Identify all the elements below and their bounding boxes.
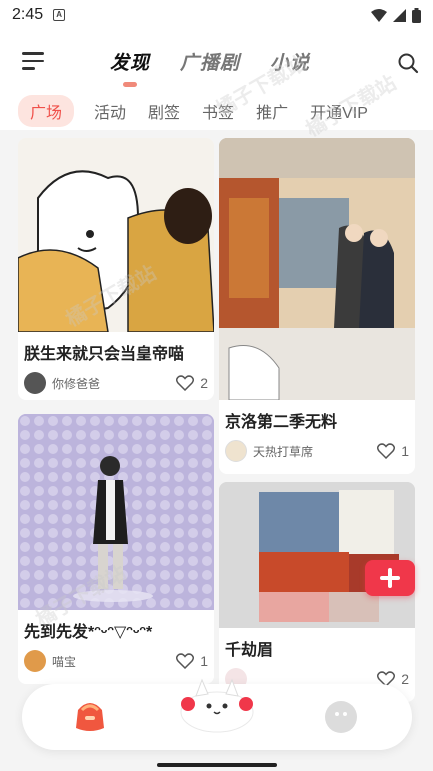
heart-icon (176, 653, 195, 669)
add-post-button[interactable] (365, 560, 415, 596)
post-image (219, 138, 415, 400)
like-button[interactable]: 1 (176, 653, 208, 669)
avatar[interactable] (24, 372, 46, 394)
subtab-vip[interactable]: 开通VIP (310, 95, 368, 127)
like-count: 1 (401, 443, 409, 459)
like-button[interactable]: 1 (377, 443, 409, 459)
menu-icon[interactable] (22, 52, 44, 70)
subtab-drama-tags[interactable]: 剧签 (148, 95, 180, 127)
post-card[interactable]: 先到先发*ᵔᵕᵔ▽ᵔᵕᵔ* 喵宝 1 (18, 414, 214, 684)
like-button[interactable]: 2 (176, 375, 208, 391)
subtab-book-tags[interactable]: 书签 (202, 95, 234, 127)
like-count: 2 (200, 375, 208, 391)
subtab-square[interactable]: 广场 (18, 95, 75, 127)
sub-tabs: 广场 活动 剧签 书签 推广 开通VIP (0, 92, 433, 130)
app-screen: 2:45 A 发现 广播剧 小说 广场 活动 剧签 书签 推广 开通VIP 朕生… (0, 0, 433, 771)
post-image (18, 138, 214, 332)
tab-novel[interactable]: 小说 (270, 48, 310, 75)
signal-icon (393, 8, 406, 22)
post-meta: 天热打草席 1 (219, 432, 415, 462)
search-icon[interactable] (397, 52, 419, 74)
post-title: 京洛第二季无料 (225, 414, 338, 431)
status-bar: 2:45 A (0, 0, 433, 30)
wifi-icon (371, 8, 387, 22)
top-header: 发现 广播剧 小说 (0, 30, 433, 92)
plus-icon (380, 568, 400, 588)
post-meta: 你修爸爸 2 (18, 364, 214, 394)
tab-discover[interactable]: 发现 (110, 48, 150, 87)
author-name[interactable]: 喵宝 (52, 653, 176, 670)
avatar[interactable] (225, 440, 247, 462)
like-count: 1 (200, 653, 208, 669)
heart-icon (377, 443, 396, 459)
author-name[interactable]: 天热打草席 (253, 443, 377, 460)
subtab-promotion[interactable]: 推广 (256, 95, 288, 127)
avatar[interactable] (24, 650, 46, 672)
post-image (219, 482, 415, 628)
tab-radio-drama[interactable]: 广播剧 (180, 48, 240, 75)
post-title: 千劫眉 (225, 642, 274, 659)
status-time: 2:45 (12, 6, 44, 23)
bottom-nav (22, 678, 412, 750)
main-tabs: 发现 广播剧 小说 (110, 48, 310, 87)
post-title: 先到先发*ᵔᵕᵔ▽ᵔᵕᵔ* (24, 624, 153, 641)
profile-icon[interactable] (324, 700, 358, 734)
like-count: 2 (401, 671, 409, 687)
post-meta: 喵宝 1 (18, 642, 214, 672)
post-card[interactable]: 朕生来就只会当皇帝喵 你修爸爸 2 (18, 138, 214, 400)
notification-a-icon: A (53, 9, 66, 21)
home-bag-icon[interactable] (72, 698, 108, 734)
post-card[interactable]: 京洛第二季无料 天热打草席 1 (219, 138, 415, 474)
author-name[interactable]: 你修爸爸 (52, 375, 176, 392)
subtab-activity[interactable]: 活动 (94, 95, 126, 127)
status-icons (371, 7, 421, 23)
post-image (18, 414, 214, 610)
mascot-icon[interactable] (174, 674, 260, 734)
battery-icon (412, 7, 421, 23)
post-title: 朕生来就只会当皇帝喵 (24, 346, 185, 363)
heart-icon (176, 375, 195, 391)
home-indicator[interactable] (156, 763, 277, 767)
